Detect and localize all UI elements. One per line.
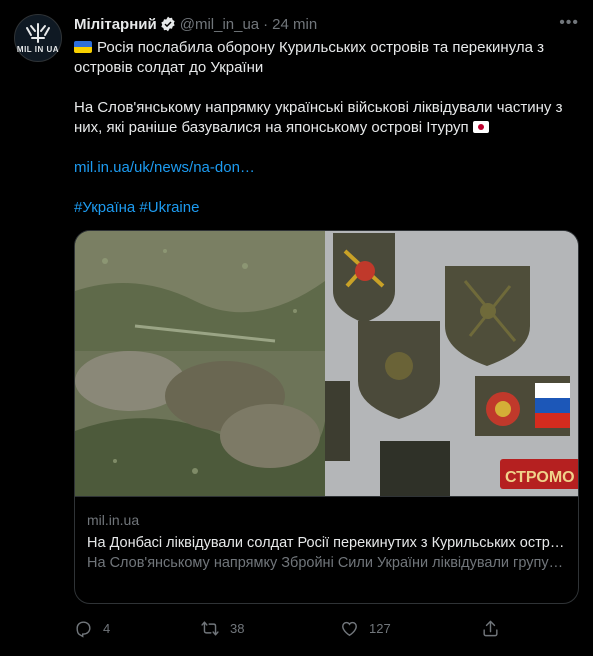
hashtag-ukraine[interactable]: #Ukraine xyxy=(139,199,199,216)
tweet-time[interactable]: 24 min xyxy=(272,16,317,33)
tweet-text: Росія послабила оборону Курильських остр… xyxy=(74,38,579,218)
card-photo-patches: СТРОМО xyxy=(325,231,578,496)
link-preview-card[interactable]: СТРОМО mil.in.ua На Донбасі ліквідували … xyxy=(74,230,579,604)
card-photo-soldiers xyxy=(75,231,325,496)
heart-icon xyxy=(342,621,357,636)
hashtag-ukraina[interactable]: #Україна xyxy=(74,199,135,216)
author-handle[interactable]: @mil_in_ua xyxy=(180,16,259,33)
tweet[interactable]: MIL IN UA Мілітарний @mil_in_ua · 24 min… xyxy=(0,0,593,656)
reply-button[interactable]: 4 xyxy=(74,619,110,638)
more-options-icon[interactable]: ••• xyxy=(559,14,579,32)
tweet-link[interactable]: mil.in.ua/uk/news/na-don… xyxy=(74,159,255,176)
retweet-count: 38 xyxy=(230,620,245,636)
reply-count: 4 xyxy=(103,620,111,636)
separator-dot: · xyxy=(263,15,269,33)
share-button[interactable] xyxy=(481,619,510,638)
retweet-icon xyxy=(201,620,219,636)
trident-logo-icon xyxy=(26,23,50,43)
card-description-line: На Слов'янському напрямку Збройні Сили У… xyxy=(87,555,566,571)
ukraine-flag-icon xyxy=(74,41,92,53)
retweet-button[interactable]: 38 xyxy=(200,619,244,638)
share-icon xyxy=(483,620,498,636)
tweet-line-1: Росія послабила оборону Курильських остр… xyxy=(74,39,545,76)
like-button[interactable]: 127 xyxy=(340,619,391,638)
author-name[interactable]: Мілітарний xyxy=(74,16,157,33)
card-domain: mil.in.ua xyxy=(87,512,140,528)
like-count: 127 xyxy=(369,620,391,636)
verified-badge-icon xyxy=(160,16,176,32)
tweet-actions: 4 38 127 xyxy=(74,618,498,638)
card-title[interactable]: На Донбасі ліквідували солдат Росії пере… xyxy=(87,533,566,553)
card-image[interactable]: СТРОМО xyxy=(75,231,578,496)
avatar-label: MIL IN UA xyxy=(16,45,60,54)
reply-icon xyxy=(76,620,91,638)
japan-flag-icon xyxy=(472,121,489,133)
tweet-line-2: На Слов'янському напрямку українські вій… xyxy=(74,99,563,136)
avatar[interactable]: MIL IN UA xyxy=(14,14,62,62)
tweet-header: Мілітарний @mil_in_ua · 24 min xyxy=(74,12,579,36)
patch-text: СТРОМО xyxy=(505,469,575,486)
